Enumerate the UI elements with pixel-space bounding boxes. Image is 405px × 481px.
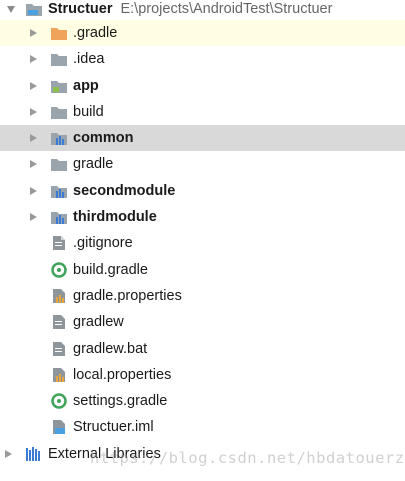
tree-item-gradle-properties[interactable]: gradle.properties: [0, 283, 405, 309]
item-label: build: [73, 103, 104, 120]
tree-item-gradle[interactable]: gradle: [0, 151, 405, 177]
tree-item-gradlew-bat[interactable]: gradlew.bat: [0, 336, 405, 362]
folder-icon: [50, 104, 68, 120]
tree-item-app[interactable]: app: [0, 73, 405, 99]
expand-arrow-icon[interactable]: [30, 55, 37, 64]
item-label: .gradle: [73, 25, 118, 41]
tree-item-build-gradle[interactable]: build.gradle: [0, 257, 405, 283]
text-file-icon: [50, 235, 68, 251]
folder-icon: [50, 51, 68, 67]
item-label: gradle: [73, 156, 114, 173]
gradle-file-icon: [50, 393, 68, 409]
expand-arrow-icon[interactable]: [30, 134, 37, 143]
tree-item-dot-idea[interactable]: .idea: [0, 46, 405, 72]
item-label: .gitignore: [73, 235, 133, 252]
tree-item-gradlew[interactable]: gradlew: [0, 309, 405, 335]
tree-item-common[interactable]: common: [0, 125, 405, 152]
tree-item-gitignore[interactable]: .gitignore: [0, 230, 405, 256]
tree-item-build[interactable]: build: [0, 99, 405, 125]
item-label: local.properties: [73, 366, 172, 383]
item-label: common: [73, 130, 134, 147]
item-label: Structuer.iml: [73, 419, 154, 436]
root-path: E:\projects\AndroidTest\Structuer: [120, 1, 333, 17]
properties-file-icon: [50, 288, 68, 304]
item-label: settings.gradle: [73, 393, 168, 410]
item-label: app: [73, 77, 99, 94]
collapse-arrow-icon[interactable]: [7, 6, 15, 13]
module-folder-icon: [50, 78, 68, 94]
expand-arrow-icon[interactable]: [30, 107, 37, 116]
properties-file-icon: [50, 367, 68, 383]
tree-item-thirdmodule[interactable]: thirdmodule: [0, 204, 405, 230]
item-label: gradlew.bat: [73, 340, 148, 357]
expand-arrow-icon[interactable]: [30, 29, 37, 37]
folder-icon: [50, 156, 68, 172]
project-tree: Structuer E:\projects\AndroidTest\Structu…: [0, 0, 405, 467]
library-module-icon: [50, 183, 68, 199]
gradle-file-icon: [50, 261, 68, 278]
item-label: thirdmodule: [73, 209, 157, 226]
tree-item-settings-gradle[interactable]: settings.gradle: [0, 388, 405, 414]
tree-item-external-libraries[interactable]: External Libraries: [0, 441, 405, 467]
tree-root-structuer[interactable]: Structuer E:\projects\AndroidTest\Structu…: [0, 0, 405, 20]
root-name: Structuer: [48, 1, 113, 17]
text-file-icon: [50, 341, 68, 357]
tree-item-secondmodule[interactable]: secondmodule: [0, 178, 405, 204]
item-label: build.gradle: [73, 261, 148, 278]
item-label: gradle.properties: [73, 287, 182, 304]
item-label: gradlew: [73, 314, 124, 331]
tree-item-local-properties[interactable]: local.properties: [0, 362, 405, 388]
library-module-icon: [50, 130, 68, 146]
item-label: External Libraries: [48, 445, 161, 462]
expand-arrow-icon[interactable]: [30, 186, 37, 195]
expand-arrow-icon[interactable]: [5, 449, 12, 458]
expand-arrow-icon[interactable]: [30, 81, 37, 90]
library-module-icon: [50, 209, 68, 225]
text-file-icon: [50, 314, 68, 330]
iml-file-icon: [50, 419, 68, 435]
module-folder-icon: [25, 1, 43, 17]
expand-arrow-icon[interactable]: [30, 213, 37, 222]
expand-arrow-icon[interactable]: [30, 160, 37, 169]
orange-folder-icon: [50, 25, 68, 41]
libraries-icon: [24, 446, 42, 462]
tree-item-structuer-iml[interactable]: Structuer.iml: [0, 414, 405, 440]
item-label: .idea: [73, 51, 105, 68]
tree-item-dot-gradle[interactable]: .gradle: [0, 20, 405, 47]
item-label: secondmodule: [73, 182, 176, 199]
